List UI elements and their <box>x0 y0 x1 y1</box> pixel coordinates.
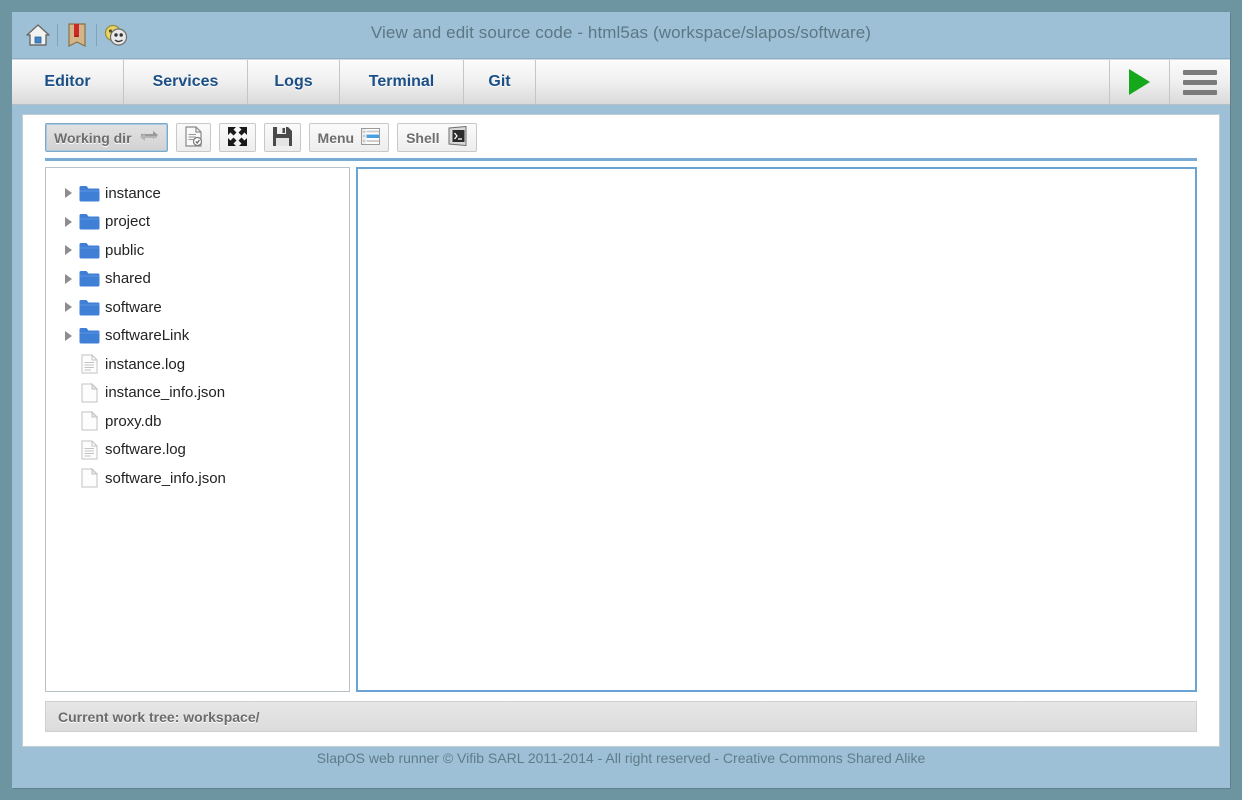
editor-panels: instance project public shared software softw… <box>45 167 1197 692</box>
hamburger-menu-icon <box>1183 69 1217 95</box>
save-button[interactable] <box>263 123 301 152</box>
expand-arrow-icon[interactable] <box>60 216 76 227</box>
log-file-icon <box>76 354 102 374</box>
new-file-button[interactable] <box>175 123 211 152</box>
app-window: View and edit source code - html5as (wor… <box>12 12 1230 788</box>
editor-content-card: Working dir Menu Shell instance project … <box>22 114 1220 747</box>
tree-folder-row[interactable]: softwareLink <box>46 322 349 351</box>
list-menu-icon <box>361 127 381 149</box>
tree-folder-row[interactable]: public <box>46 236 349 265</box>
page-title: View and edit source code - html5as (wor… <box>370 23 872 42</box>
shell-button-label: Shell <box>406 129 440 146</box>
tree-item-label: softwareLink <box>105 327 190 345</box>
file-icon <box>76 382 102 403</box>
working-dir-button[interactable]: Working dir <box>45 123 168 152</box>
expand-arrow-icon[interactable] <box>60 330 76 341</box>
tree-item-label: instance_info.json <box>105 384 226 402</box>
tree-item-label: proxy.db <box>105 412 162 430</box>
menu-dropdown-button[interactable]: Menu <box>308 123 390 152</box>
folder-icon <box>76 299 102 316</box>
folder-icon <box>76 270 102 287</box>
swap-arrows-icon <box>139 129 159 146</box>
file-tree-panel[interactable]: instance project public shared software softw… <box>45 167 350 692</box>
footer-copyright: SlapOS web runner © Vifib SARL 2011-2014… <box>316 750 926 766</box>
folder-icon <box>76 213 102 230</box>
menu-button[interactable] <box>1170 60 1230 104</box>
nav-spacer <box>536 60 1110 104</box>
terminal-icon <box>447 125 468 149</box>
fullscreen-button[interactable] <box>218 123 256 152</box>
tree-file-row[interactable]: software_info.json <box>46 464 349 493</box>
tab-logs[interactable]: Logs <box>248 60 340 104</box>
expand-arrow-icon[interactable] <box>60 245 76 256</box>
current-work-tree-label: Current work tree: workspace/ <box>58 708 260 725</box>
title-bar: View and edit source code - html5as (wor… <box>12 12 1230 59</box>
folder-icon <box>76 242 102 259</box>
tree-item-label: software <box>105 298 162 316</box>
file-icon <box>76 468 102 488</box>
tree-file-row[interactable]: software.log <box>46 436 349 465</box>
tree-folder-row[interactable]: instance <box>46 179 349 208</box>
working-dir-label: Working dir <box>54 129 132 146</box>
main-navigation: Editor Services Logs Terminal Git <box>12 59 1230 105</box>
run-icon <box>1129 69 1150 95</box>
expand-arrow-icon[interactable] <box>60 302 76 313</box>
folder-icon <box>76 327 102 344</box>
fullscreen-icon <box>227 126 248 150</box>
save-floppy-icon <box>272 126 293 150</box>
toolbar-divider <box>45 158 1197 161</box>
log-file-icon <box>76 440 102 460</box>
tree-item-label: project <box>105 213 151 231</box>
tree-item-label: software_info.json <box>105 469 226 487</box>
shell-button[interactable]: Shell <box>397 123 477 152</box>
status-bar: Current work tree: workspace/ <box>45 701 1197 732</box>
tree-item-label: software.log <box>105 441 186 459</box>
expand-arrow-icon[interactable] <box>60 188 76 199</box>
tree-file-row[interactable]: instance_info.json <box>46 379 349 408</box>
document-add-icon <box>184 125 203 150</box>
tree-file-row[interactable]: proxy.db <box>46 407 349 436</box>
run-button[interactable] <box>1110 60 1170 104</box>
tree-file-row[interactable]: instance.log <box>46 350 349 379</box>
tab-git[interactable]: Git <box>464 60 536 104</box>
tab-editor[interactable]: Editor <box>12 60 124 104</box>
folder-icon <box>76 185 102 202</box>
tree-folder-row[interactable]: shared <box>46 265 349 294</box>
tab-services[interactable]: Services <box>124 60 248 104</box>
file-icon <box>76 411 102 431</box>
tab-terminal[interactable]: Terminal <box>340 60 464 104</box>
tree-item-label: public <box>105 241 145 259</box>
tree-folder-row[interactable]: project <box>46 208 349 237</box>
menu-button-label: Menu <box>317 129 355 146</box>
code-editor-area[interactable] <box>356 167 1197 692</box>
editor-toolbar: Working dir Menu Shell <box>23 115 1219 161</box>
expand-arrow-icon[interactable] <box>60 273 76 284</box>
tree-item-label: instance <box>105 184 161 202</box>
tree-folder-row[interactable]: software <box>46 293 349 322</box>
tree-item-label: shared <box>105 270 151 288</box>
tree-item-label: instance.log <box>105 355 186 373</box>
